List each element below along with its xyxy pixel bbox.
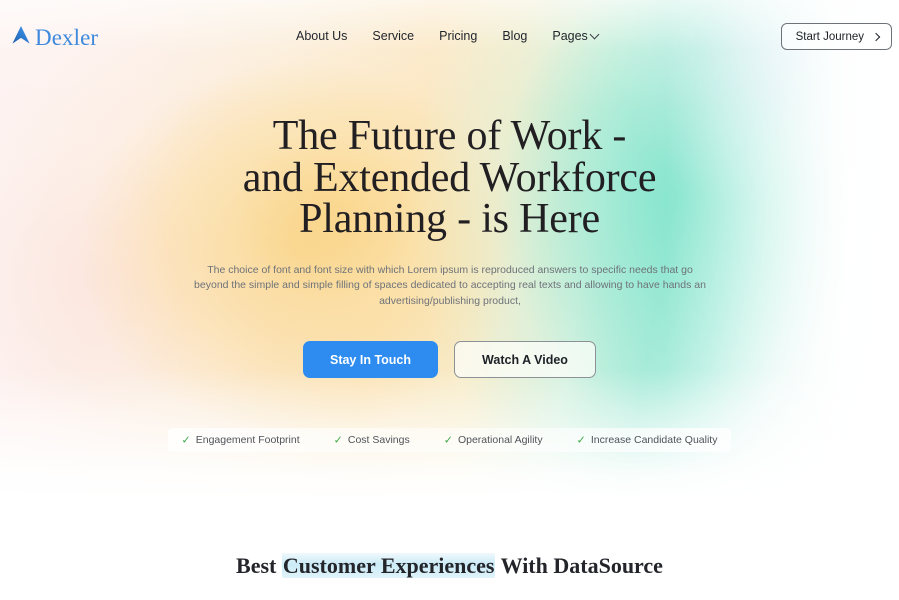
feature-item-increase-candidate-quality: ✓ Increase Candidate Quality [577, 433, 718, 447]
start-journey-label: Start Journey [795, 30, 864, 43]
headline-line-2: and Extended Workforce [242, 154, 657, 201]
chevron-right-icon [871, 32, 881, 41]
nav-item-blog[interactable]: Blog [502, 28, 527, 44]
gradient-top-fade [0, 0, 899, 500]
nav-item-service[interactable]: Service [372, 28, 414, 44]
feature-item-engagement-footprint: ✓ Engagement Footprint [182, 433, 300, 447]
feature-label: Cost Savings [347, 434, 410, 446]
start-journey-button[interactable]: Start Journey [780, 23, 892, 50]
nav-item-label: Pricing [439, 29, 478, 43]
hero-button-row: Stay In Touch Watch A Video [0, 341, 899, 378]
headline-line-1: The Future of Work - [272, 113, 627, 159]
check-icon: ✓ [333, 434, 343, 446]
nav-item-pricing[interactable]: Pricing [439, 28, 477, 44]
feature-label: Increase Candidate Quality [590, 434, 718, 446]
brand-name: Dexler [35, 25, 99, 50]
section-heading-highlight: Customer Experiences [281, 553, 496, 578]
watch-a-video-button[interactable]: Watch A Video [454, 341, 596, 378]
feature-highlights-inner: ✓ Engagement Footprint ✓ Cost Savings ✓ … [167, 428, 732, 452]
section-heading-suffix: With DataSource [495, 553, 663, 578]
section-heading-prefix: Best [236, 553, 282, 578]
hero-background [0, 0, 899, 500]
nav-item-label: Pages [552, 29, 588, 43]
arrow-up-logo-icon [10, 23, 32, 52]
section-heading: Best Customer Experiences With DataSourc… [0, 552, 899, 579]
stay-in-touch-button[interactable]: Stay In Touch [303, 341, 438, 378]
headline-line-3: Planning - is Here [299, 196, 600, 242]
site-header: Dexler About Us Service Pricing Blog Pag… [0, 0, 899, 72]
brand-logo[interactable]: Dexler [10, 23, 98, 52]
main-nav: About Us Service Pricing Blog Pages [296, 28, 600, 44]
hero-subcopy: The choice of font and font size with wh… [194, 264, 706, 307]
nav-item-label: Service [372, 29, 415, 43]
check-icon: ✓ [443, 434, 453, 446]
nav-item-pages[interactable]: Pages [552, 28, 600, 44]
chevron-down-icon [589, 29, 600, 39]
feature-item-cost-savings: ✓ Cost Savings [334, 433, 410, 447]
check-icon: ✓ [576, 434, 586, 446]
feature-label: Operational Agility [457, 434, 543, 446]
check-icon: ✓ [181, 434, 191, 446]
nav-item-about-us[interactable]: About Us [296, 28, 347, 44]
nav-item-label: Blog [502, 29, 528, 43]
feature-highlights: ✓ Engagement Footprint ✓ Cost Savings ✓ … [0, 428, 899, 452]
feature-label: Engagement Footprint [195, 434, 300, 446]
nav-item-label: About Us [296, 29, 348, 43]
page-title: The Future of Work - and Extended Workfo… [0, 113, 899, 242]
feature-item-operational-agility: ✓ Operational Agility [444, 433, 543, 447]
